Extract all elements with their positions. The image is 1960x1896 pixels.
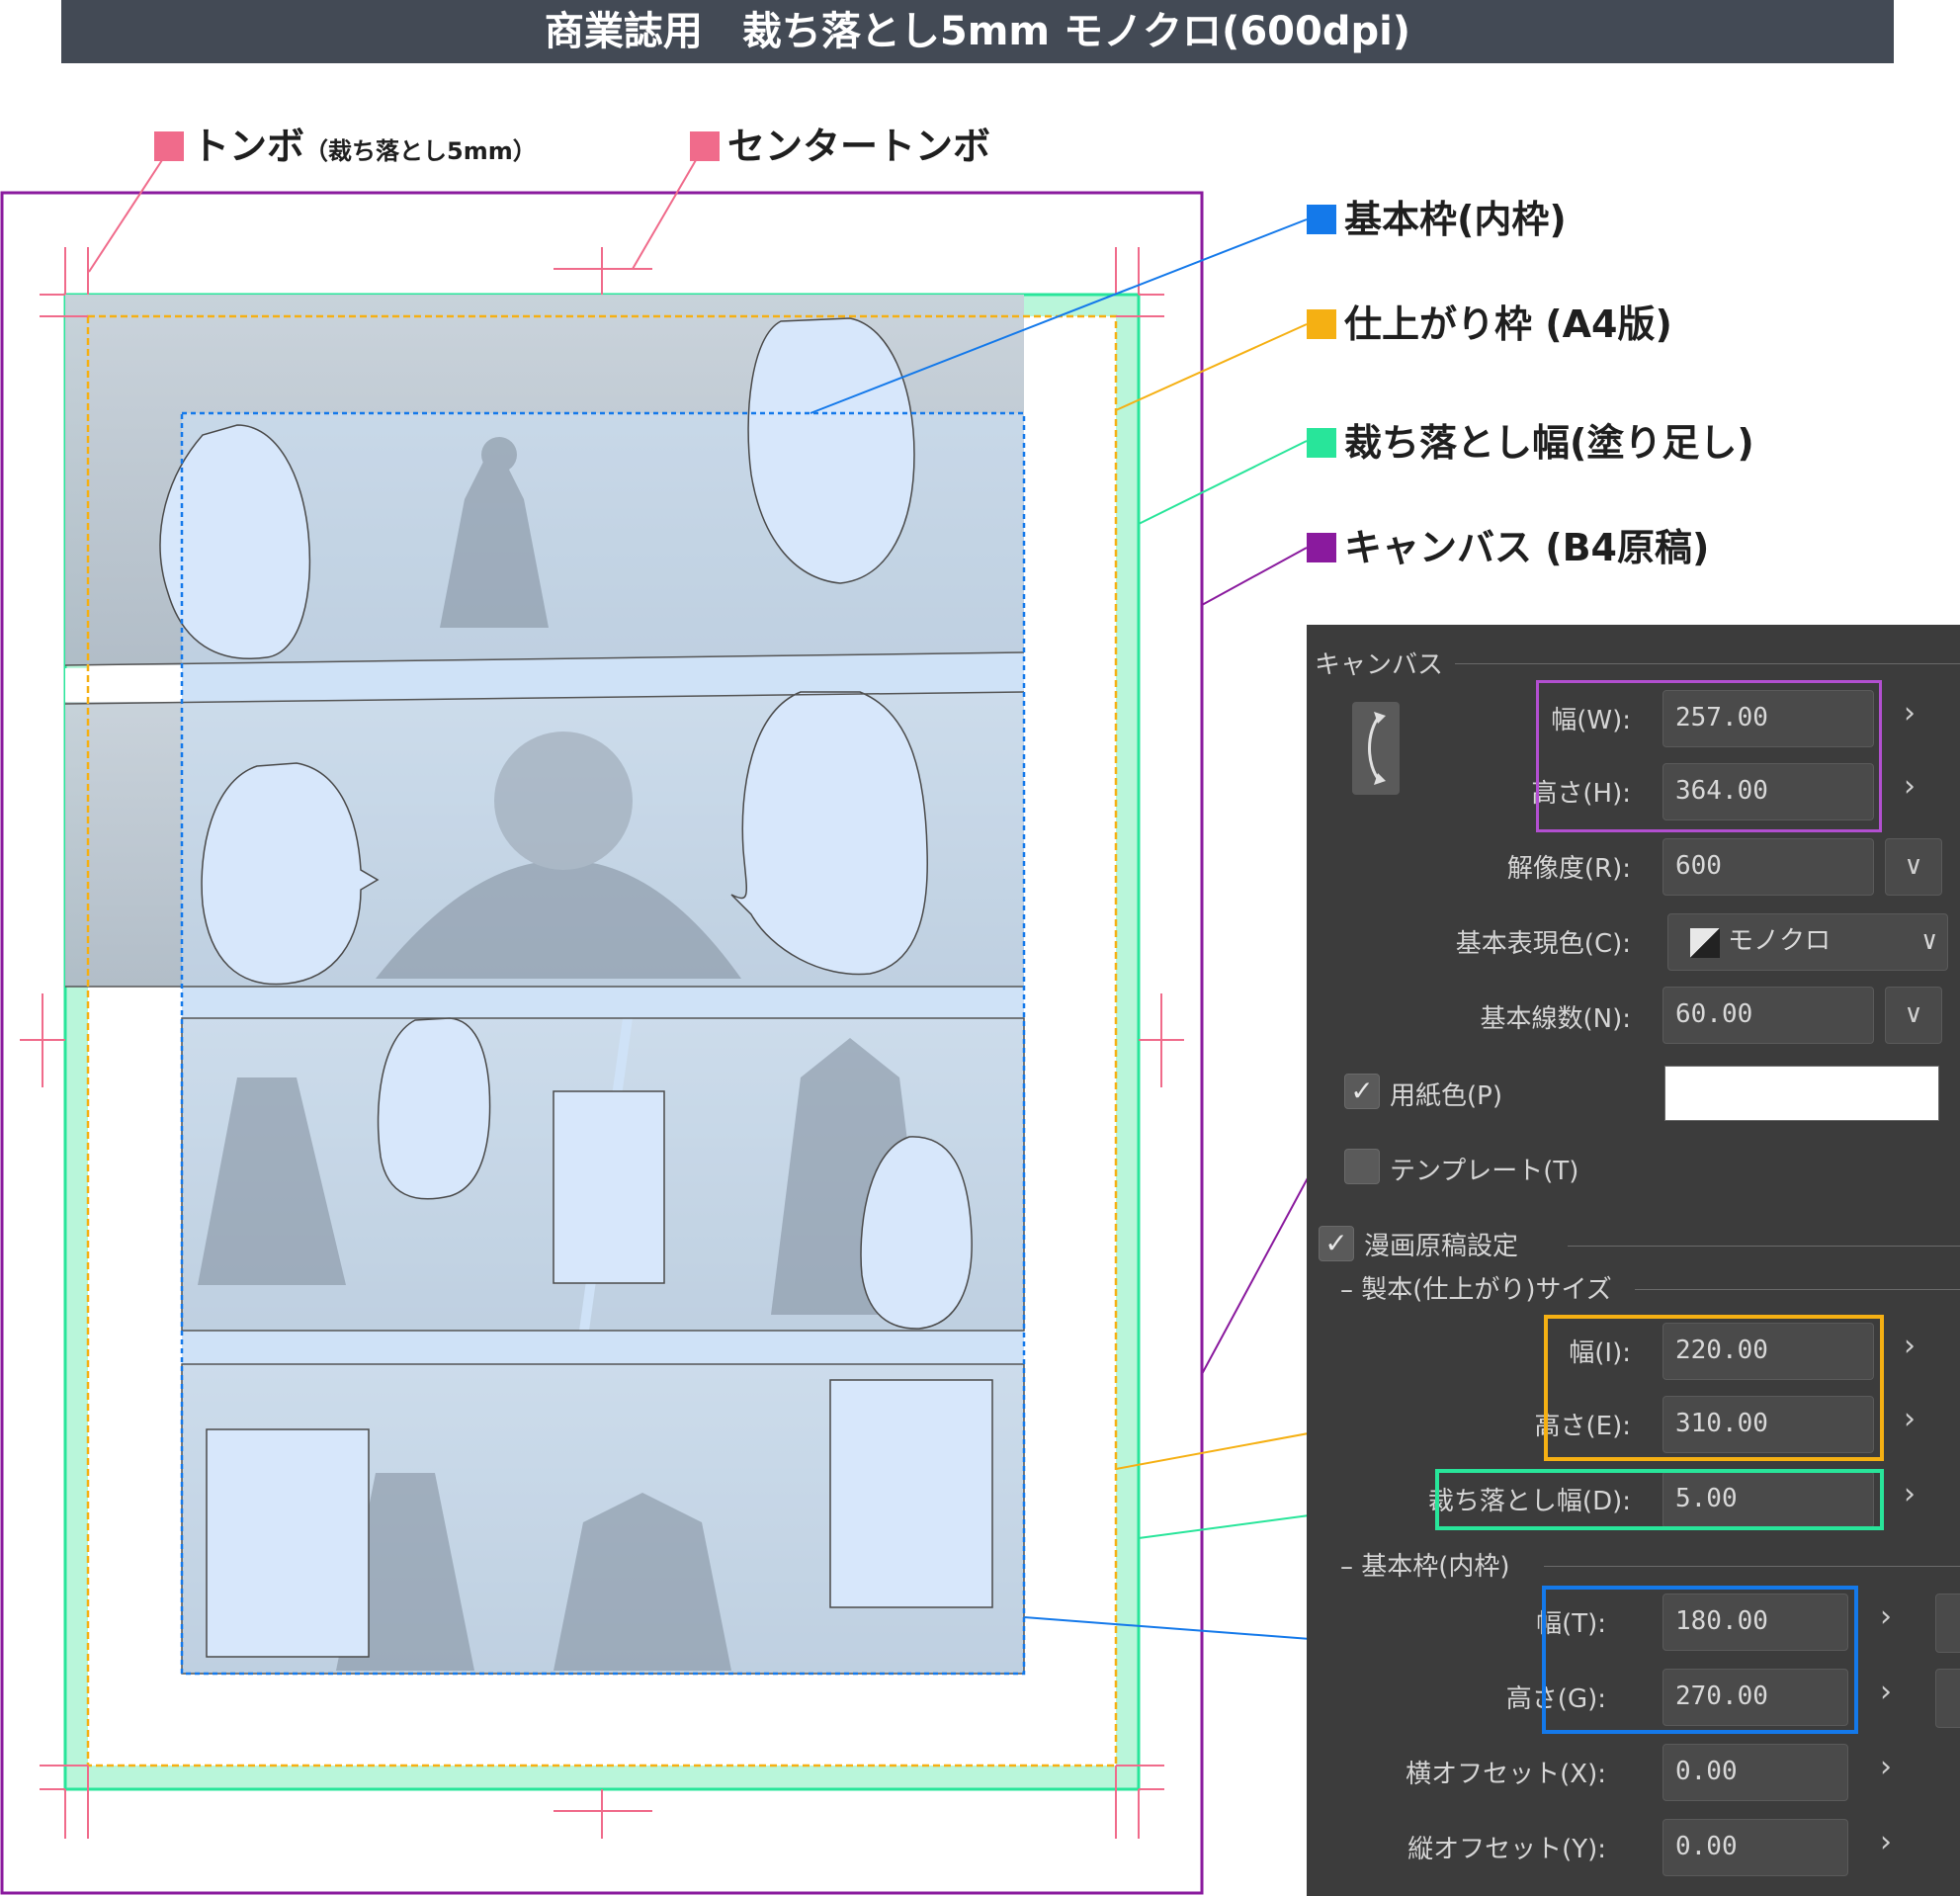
frame-height-extra-button[interactable] (1935, 1669, 1960, 1728)
lines-label: 基本線数(N): (1480, 1004, 1632, 1034)
color-value: モノクロ (1728, 926, 1832, 956)
frame-width-chevron-icon[interactable]: › (1880, 1599, 1892, 1634)
rotate-icon (1368, 712, 1386, 785)
yoffset-label: 縦オフセット(Y): (1407, 1835, 1606, 1864)
color-label: 基本表現色(C): (1455, 929, 1631, 959)
color-select[interactable]: モノクロ ∨ (1667, 913, 1948, 971)
bleed-chevron-icon[interactable]: › (1904, 1477, 1916, 1511)
height-chevron-icon[interactable]: › (1904, 769, 1916, 804)
xoffset-chevron-icon[interactable]: › (1880, 1750, 1892, 1784)
canvas-size-highlight (1536, 680, 1882, 832)
resolution-label: 解像度(R): (1506, 854, 1631, 884)
yoffset-chevron-icon[interactable]: › (1880, 1825, 1892, 1859)
canvas-section-divider (1455, 663, 1960, 664)
bind-height-chevron-icon[interactable]: › (1904, 1402, 1916, 1436)
canvas-settings-panel: キャンバス 幅(W): 257.00 › 高さ(H): 364.00 › 解像度… (1307, 625, 1960, 1896)
resolution-field[interactable]: 600 (1662, 838, 1874, 896)
manga-settings-label: 漫画原稿設定 (1364, 1232, 1519, 1261)
lines-field[interactable]: 60.00 (1662, 987, 1874, 1044)
paper-color-checkbox[interactable]: ✓ (1344, 1074, 1380, 1109)
width-chevron-icon[interactable]: › (1904, 696, 1916, 731)
bleed-highlight (1435, 1469, 1884, 1530)
manga-divider (1568, 1246, 1960, 1247)
manga-settings-checkbox[interactable]: ✓ (1319, 1226, 1354, 1261)
monochrome-icon (1690, 928, 1720, 958)
resolution-dropdown-icon[interactable]: ∨ (1885, 838, 1942, 896)
bind-width-chevron-icon[interactable]: › (1904, 1329, 1916, 1363)
gutter-white-1 (65, 668, 182, 702)
paper-color-label: 用紙色(P) (1390, 1081, 1502, 1111)
bind-divider (1635, 1289, 1960, 1290)
bind-size-highlight (1544, 1315, 1884, 1461)
swap-orientation-button[interactable] (1352, 702, 1400, 795)
xoffset-field[interactable]: 0.00 (1662, 1744, 1848, 1801)
bind-section-label: – 製本(仕上がり)サイズ (1340, 1275, 1612, 1305)
color-chevron-down-icon: ∨ (1921, 926, 1937, 956)
xoffset-label: 横オフセット(X): (1406, 1760, 1606, 1789)
template-label: テンプレート(T) (1390, 1157, 1579, 1186)
lines-dropdown-icon[interactable]: ∨ (1885, 987, 1942, 1044)
frame-height-chevron-icon[interactable]: › (1880, 1675, 1892, 1709)
frame-section-label: – 基本枠(内枠) (1340, 1552, 1510, 1582)
bind-section-text: 製本(仕上がり)サイズ (1361, 1275, 1612, 1305)
frame-section-text: 基本枠(内枠) (1361, 1552, 1510, 1582)
base-frame-highlight (1542, 1586, 1858, 1734)
frame-width-extra-button[interactable] (1935, 1594, 1960, 1653)
template-checkbox[interactable] (1344, 1149, 1380, 1184)
frame-divider (1544, 1566, 1960, 1567)
canvas-section-label: キャンバス (1315, 650, 1444, 680)
paper-color-swatch[interactable] (1664, 1066, 1939, 1121)
yoffset-field[interactable]: 0.00 (1662, 1819, 1848, 1876)
